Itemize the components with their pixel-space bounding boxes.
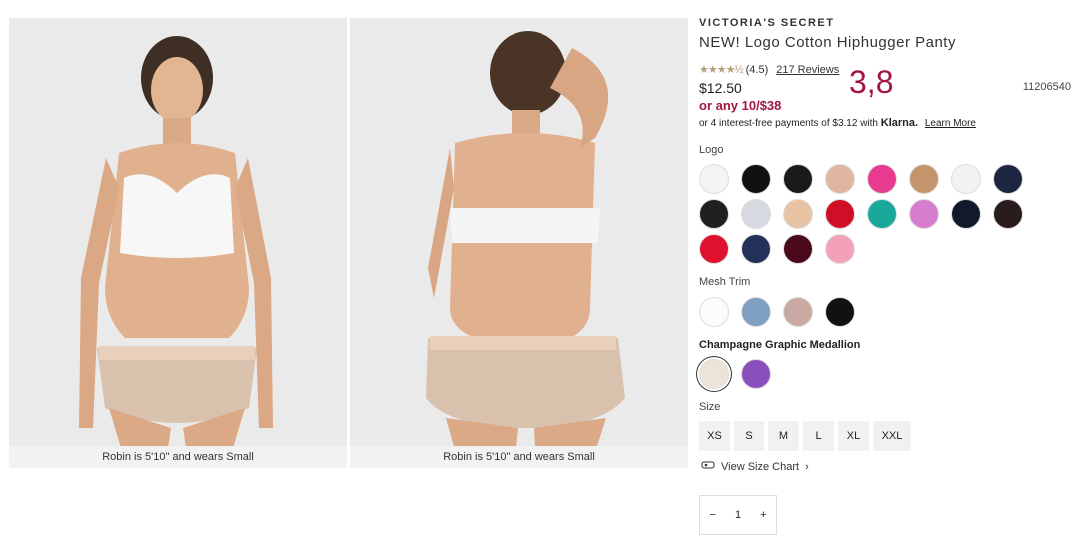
color-swatch[interactable] <box>699 297 729 327</box>
color-swatch[interactable] <box>867 199 897 229</box>
photo-caption: Robin is 5'10" and wears Small <box>9 446 347 468</box>
overlay-number: 3,8 <box>849 64 894 100</box>
color-swatch[interactable] <box>699 199 729 229</box>
product-photo-back[interactable]: Robin is 5'10" and wears Small <box>350 18 688 468</box>
color-swatch[interactable] <box>741 199 771 229</box>
color-swatch[interactable] <box>951 199 981 229</box>
star-rating-icon: ★★★★½ <box>699 64 744 76</box>
klarna-row: or 4 interest-free payments of $3.12 wit… <box>699 117 976 129</box>
color-swatch[interactable] <box>825 164 855 194</box>
color-swatch[interactable] <box>867 164 897 194</box>
size-chart-label: View Size Chart <box>721 460 800 473</box>
color-swatch[interactable] <box>699 359 729 389</box>
model-back-illustration <box>426 31 625 468</box>
quantity-value: 1 <box>734 509 742 521</box>
color-swatch[interactable] <box>741 297 771 327</box>
reviews-link[interactable]: 217 Reviews <box>776 64 839 76</box>
color-swatch[interactable] <box>825 297 855 327</box>
size-xxl-button[interactable]: XXL <box>873 421 911 451</box>
promo-text: or any 10/$38 <box>699 98 782 113</box>
brand-name: VICTORIA'S SECRET <box>699 17 835 29</box>
size-xl-button[interactable]: XL <box>838 421 869 451</box>
color-swatch[interactable] <box>783 297 813 327</box>
color-swatch[interactable] <box>951 164 981 194</box>
product-details: VICTORIA'S SECRET NEW! Logo Cotton Hiphu… <box>699 0 1079 535</box>
color-swatch[interactable] <box>825 234 855 264</box>
color-group-label-logo: Logo <box>699 144 724 156</box>
size-selector: XS S M L XL XXL <box>699 421 911 451</box>
color-swatch[interactable] <box>783 164 813 194</box>
product-gallery: Robin is 5'10" and wears Small Robin is … <box>9 18 688 468</box>
size-m-button[interactable]: M <box>768 421 799 451</box>
color-swatch[interactable] <box>741 234 771 264</box>
rating-value: (4.5) <box>745 63 769 76</box>
color-swatch[interactable] <box>741 359 771 389</box>
color-swatch[interactable] <box>909 164 939 194</box>
measuring-tape-icon <box>701 460 715 473</box>
color-swatch[interactable] <box>825 199 855 229</box>
color-swatch[interactable] <box>699 164 729 194</box>
selected-color-label: Champagne Graphic Medallion <box>699 339 861 351</box>
model-front-illustration <box>79 36 273 468</box>
size-s-button[interactable]: S <box>734 421 764 451</box>
chevron-right-icon: › <box>805 460 809 473</box>
size-l-button[interactable]: L <box>803 421 834 451</box>
size-label: Size <box>699 401 721 413</box>
klarna-learn-more-link[interactable]: Learn More <box>925 118 976 129</box>
klarna-logo: Klarna. <box>880 117 919 129</box>
color-swatch[interactable] <box>909 199 939 229</box>
product-title: NEW! Logo Cotton Hiphugger Panty <box>699 34 956 51</box>
photo-caption: Robin is 5'10" and wears Small <box>350 446 688 468</box>
product-sku: 11206540 <box>1022 81 1071 93</box>
quantity-stepper: − 1 + <box>699 495 777 535</box>
color-swatch[interactable] <box>993 199 1023 229</box>
quantity-increase-button[interactable]: + <box>760 509 766 521</box>
size-xs-button[interactable]: XS <box>699 421 730 451</box>
size-chart-link[interactable]: View Size Chart › <box>701 460 809 473</box>
color-group-label-mesh: Mesh Trim <box>699 276 751 288</box>
rating-row: ★★★★½ (4.5) 217 Reviews <box>699 63 839 77</box>
color-swatch[interactable] <box>699 234 729 264</box>
color-swatch[interactable] <box>783 234 813 264</box>
product-photo-front[interactable]: Robin is 5'10" and wears Small <box>9 18 347 468</box>
product-price: $12.50 <box>699 80 742 96</box>
klarna-text: or 4 interest-free payments of $3.12 wit… <box>699 118 878 129</box>
quantity-decrease-button[interactable]: − <box>710 509 716 521</box>
color-swatch[interactable] <box>783 199 813 229</box>
color-swatch[interactable] <box>741 164 771 194</box>
color-swatch[interactable] <box>993 164 1023 194</box>
